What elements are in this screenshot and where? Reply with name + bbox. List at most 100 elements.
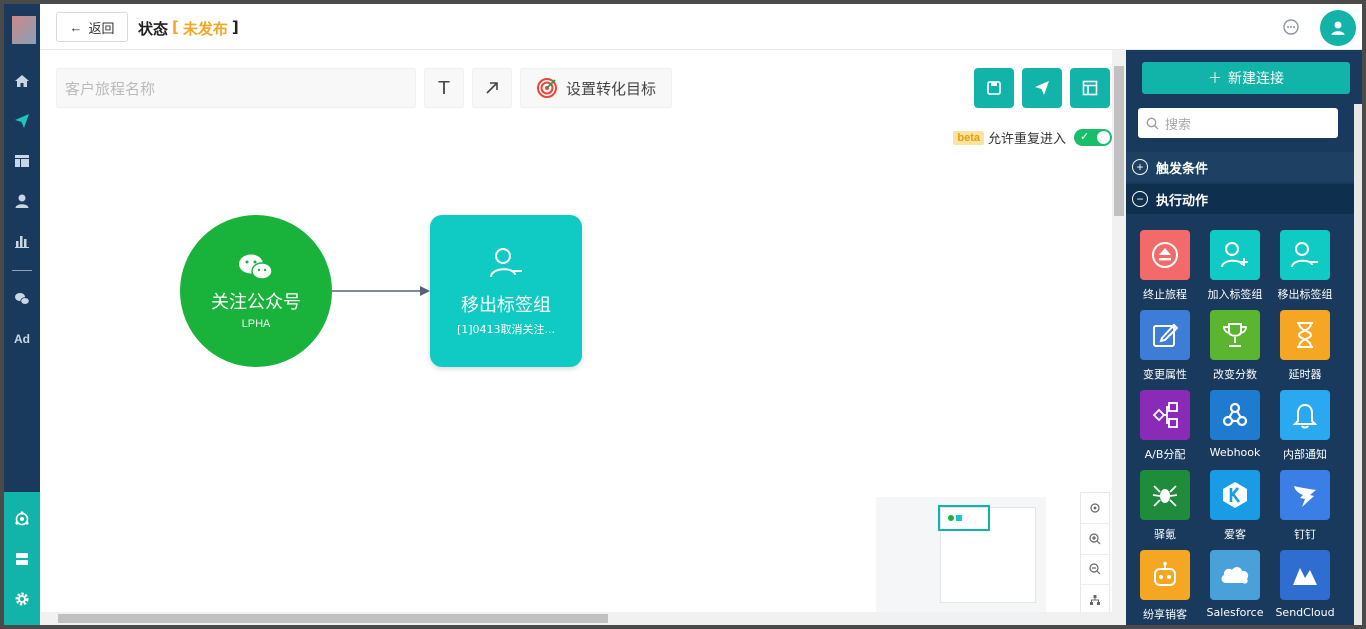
section-trigger-conditions[interactable]: + 触发条件 (1126, 152, 1354, 182)
allow-reentry-toggle[interactable]: ✓ (1074, 129, 1112, 146)
zoom-out-button[interactable] (1081, 555, 1109, 586)
vertical-scrollbar[interactable] (1112, 50, 1126, 625)
action-item[interactable]: Salesforce (1200, 550, 1270, 619)
zoom-in-icon (1089, 533, 1101, 545)
action-item[interactable]: 变更属性 (1130, 310, 1200, 382)
fit-view-button[interactable] (1081, 585, 1109, 615)
target-icon (536, 78, 557, 98)
server-icon[interactable] (4, 548, 40, 570)
arrow-left-icon: ← (69, 19, 83, 35)
gear-icon[interactable] (4, 588, 40, 610)
action-item[interactable]: A/B分配 (1130, 390, 1200, 462)
minimap-action-node (956, 515, 962, 521)
user-minus-icon (1280, 230, 1330, 280)
integration-icon[interactable] (4, 508, 40, 530)
action-item[interactable]: 爱客 (1200, 470, 1270, 542)
bell-icon (1280, 390, 1330, 440)
beta-badge: beta (953, 130, 984, 145)
search-input[interactable]: 搜索 (1138, 108, 1338, 138)
horizontal-scrollbar[interactable] (40, 612, 1112, 625)
layout-icon (1082, 80, 1098, 96)
action-label: 钉钉 (1294, 528, 1316, 541)
save-icon (987, 81, 1001, 95)
action-label: 驿氪 (1154, 528, 1176, 541)
journey-canvas[interactable]: 客户旅程名称 T 设置转化目标 beta 允许重复进入 ✓ 关注公众号 LPHA… (40, 50, 1112, 617)
crosshair-icon (1090, 503, 1100, 513)
dingtalk-icon (1280, 470, 1330, 520)
locate-button[interactable] (1081, 493, 1109, 524)
action-item[interactable]: Webhook (1200, 390, 1270, 459)
status-bracket-open: [ (172, 18, 179, 36)
status-value: 未发布 (182, 20, 228, 38)
set-goal-button[interactable]: 设置转化目标 (520, 68, 672, 108)
arrow-tool-button[interactable] (472, 68, 512, 108)
zoom-out-icon (1089, 563, 1101, 575)
action-node-subtitle: [1]0413取消关注... (456, 323, 556, 336)
horizontal-scroll-thumb[interactable] (58, 614, 608, 623)
logo (12, 16, 36, 44)
sendcloud-icon (1280, 550, 1330, 600)
action-item[interactable]: 内部通知 (1270, 390, 1340, 462)
trigger-node[interactable]: 关注公众号 LPHA (180, 215, 332, 367)
user-minus-icon (490, 248, 522, 278)
minimap[interactable] (876, 497, 1046, 617)
back-button[interactable]: ← 返回 (56, 12, 128, 42)
ad-nav-item[interactable]: Ad (4, 332, 40, 346)
plus-icon: ＋ (1208, 71, 1222, 87)
template-button[interactable] (1070, 68, 1110, 108)
search-icon (1146, 117, 1159, 129)
chat-icon[interactable] (1282, 18, 1300, 40)
publish-button[interactable] (1022, 68, 1062, 108)
action-item[interactable]: 移出标签组 (1270, 230, 1340, 302)
status-display: 状态 [ 未发布 ] (138, 18, 239, 39)
save-button[interactable] (974, 68, 1014, 108)
action-node-title: 移出标签组 (461, 295, 551, 316)
send-icon (1035, 81, 1049, 95)
bar-chart-icon[interactable] (4, 230, 40, 252)
section-label: 触发条件 (1156, 161, 1209, 177)
send-icon[interactable] (4, 110, 40, 132)
k-logo-icon (1210, 470, 1260, 520)
spider-icon (1140, 470, 1190, 520)
new-connection-label: 新建连接 (1228, 71, 1284, 87)
action-item[interactable]: 钉钉 (1270, 470, 1340, 542)
action-item[interactable]: 纷享销客 (1130, 550, 1200, 622)
action-label: Salesforce (1206, 606, 1264, 619)
check-icon: ✓ (1080, 130, 1090, 143)
vertical-scroll-thumb[interactable] (1114, 66, 1124, 216)
section-execute-actions[interactable]: − 执行动作 (1126, 184, 1354, 214)
hourglass-icon (1280, 310, 1330, 360)
action-item[interactable]: 延时器 (1270, 310, 1340, 382)
action-item[interactable]: 改变分数 (1200, 310, 1270, 382)
home-icon[interactable] (4, 70, 40, 92)
action-item[interactable]: 驿氪 (1130, 470, 1200, 542)
journey-name-input[interactable]: 客户旅程名称 (56, 68, 416, 108)
collapse-icon: − (1132, 191, 1148, 207)
action-node[interactable]: 移出标签组 [1]0413取消关注... (430, 215, 582, 367)
user-icon[interactable] (4, 190, 40, 212)
action-item[interactable]: 终止旅程 (1130, 230, 1200, 302)
node-connector-arrow[interactable] (332, 284, 432, 298)
zoom-in-button[interactable] (1081, 524, 1109, 555)
action-label: Webhook (1209, 446, 1261, 459)
back-label: 返回 (88, 20, 115, 36)
trigger-node-title: 关注公众号 (211, 292, 301, 313)
cloud-icon (1210, 550, 1260, 600)
layout-icon[interactable] (4, 150, 40, 172)
minimap-viewport[interactable] (938, 505, 990, 531)
new-connection-button[interactable]: ＋ 新建连接 (1142, 62, 1350, 94)
action-label: 终止旅程 (1143, 288, 1187, 301)
action-label: 延时器 (1288, 368, 1322, 381)
section-label: 执行动作 (1156, 193, 1209, 209)
arrow-diagonal-icon (486, 82, 498, 94)
eject-icon (1140, 230, 1190, 280)
action-item[interactable]: SendCloud (1270, 550, 1340, 619)
action-label: A/B分配 (1144, 448, 1186, 461)
panel-scrollbar[interactable] (1354, 104, 1362, 625)
wechat-icon[interactable] (4, 288, 40, 310)
left-nav: Ad (4, 4, 40, 625)
action-item[interactable]: 加入标签组 (1200, 230, 1270, 302)
text-tool-button[interactable]: T (424, 68, 464, 108)
avatar[interactable] (1320, 10, 1356, 46)
status-label: 状态 (138, 20, 169, 38)
